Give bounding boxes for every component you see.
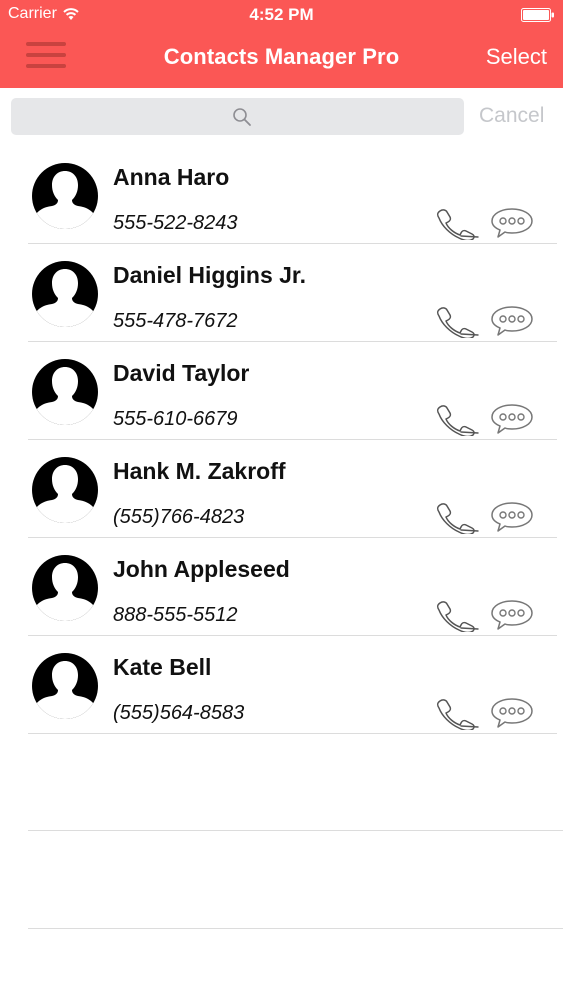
message-icon[interactable] — [490, 696, 534, 730]
avatar-silhouette-icon — [32, 653, 98, 719]
contact-name: John Appleseed — [113, 556, 290, 582]
status-bar: Carrier 4:52 PM — [0, 0, 563, 30]
phone-icon[interactable] — [434, 696, 480, 730]
contact-row[interactable]: Hank M. Zakroff (555)766-4823 — [0, 440, 563, 538]
phone-icon[interactable] — [434, 402, 480, 436]
message-icon[interactable] — [490, 500, 534, 534]
select-button[interactable]: Select — [486, 44, 547, 70]
cancel-button[interactable]: Cancel — [479, 104, 544, 128]
contact-phone: 888-555-5512 — [113, 604, 238, 626]
avatar-silhouette-icon — [32, 555, 98, 621]
row-divider — [28, 733, 557, 734]
contact-row[interactable]: David Taylor 555-610-6679 — [0, 342, 563, 440]
message-icon[interactable] — [490, 598, 534, 632]
contact-phone: 555-478-7672 — [113, 310, 238, 332]
row-divider — [28, 928, 563, 929]
nav-bar: Contacts Manager Pro Select — [0, 30, 563, 88]
contact-phone: 555-610-6679 — [113, 408, 238, 430]
message-icon[interactable] — [490, 304, 534, 338]
avatar-silhouette-icon — [32, 359, 98, 425]
phone-icon[interactable] — [434, 304, 480, 338]
contact-row[interactable]: John Appleseed 888-555-5512 — [0, 538, 563, 636]
phone-icon[interactable] — [434, 206, 480, 240]
search-input[interactable] — [11, 98, 464, 135]
row-divider — [28, 830, 563, 831]
contact-name: Anna Haro — [113, 164, 230, 190]
search-bar: Cancel — [0, 88, 563, 144]
avatar-silhouette-icon — [32, 163, 98, 229]
contact-phone: (555)766-4823 — [113, 506, 245, 528]
contact-name: David Taylor — [113, 360, 250, 386]
avatar-silhouette-icon — [32, 457, 98, 523]
contact-row[interactable]: Anna Haro 555-522-8243 — [0, 146, 563, 244]
contact-name: Hank M. Zakroff — [113, 458, 286, 484]
contact-row[interactable]: Kate Bell (555)564-8583 — [0, 636, 563, 734]
page-title: Contacts Manager Pro — [163, 44, 400, 69]
message-icon[interactable] — [490, 206, 534, 240]
battery-icon — [521, 8, 554, 22]
app-header: Carrier 4:52 PM Contacts Manager Pro Sel… — [0, 0, 563, 88]
contact-name: Kate Bell — [113, 654, 212, 680]
contact-name: Daniel Higgins Jr. — [113, 262, 306, 288]
phone-icon[interactable] — [434, 598, 480, 632]
status-time: 4:52 PM — [249, 5, 314, 24]
message-icon[interactable] — [490, 402, 534, 436]
contact-phone: (555)564-8583 — [113, 702, 245, 724]
phone-icon[interactable] — [434, 500, 480, 534]
contact-row[interactable]: Daniel Higgins Jr. 555-478-7672 — [0, 244, 563, 342]
contact-phone: 555-522-8243 — [113, 212, 238, 234]
search-icon — [233, 108, 251, 126]
avatar-silhouette-icon — [32, 261, 98, 327]
